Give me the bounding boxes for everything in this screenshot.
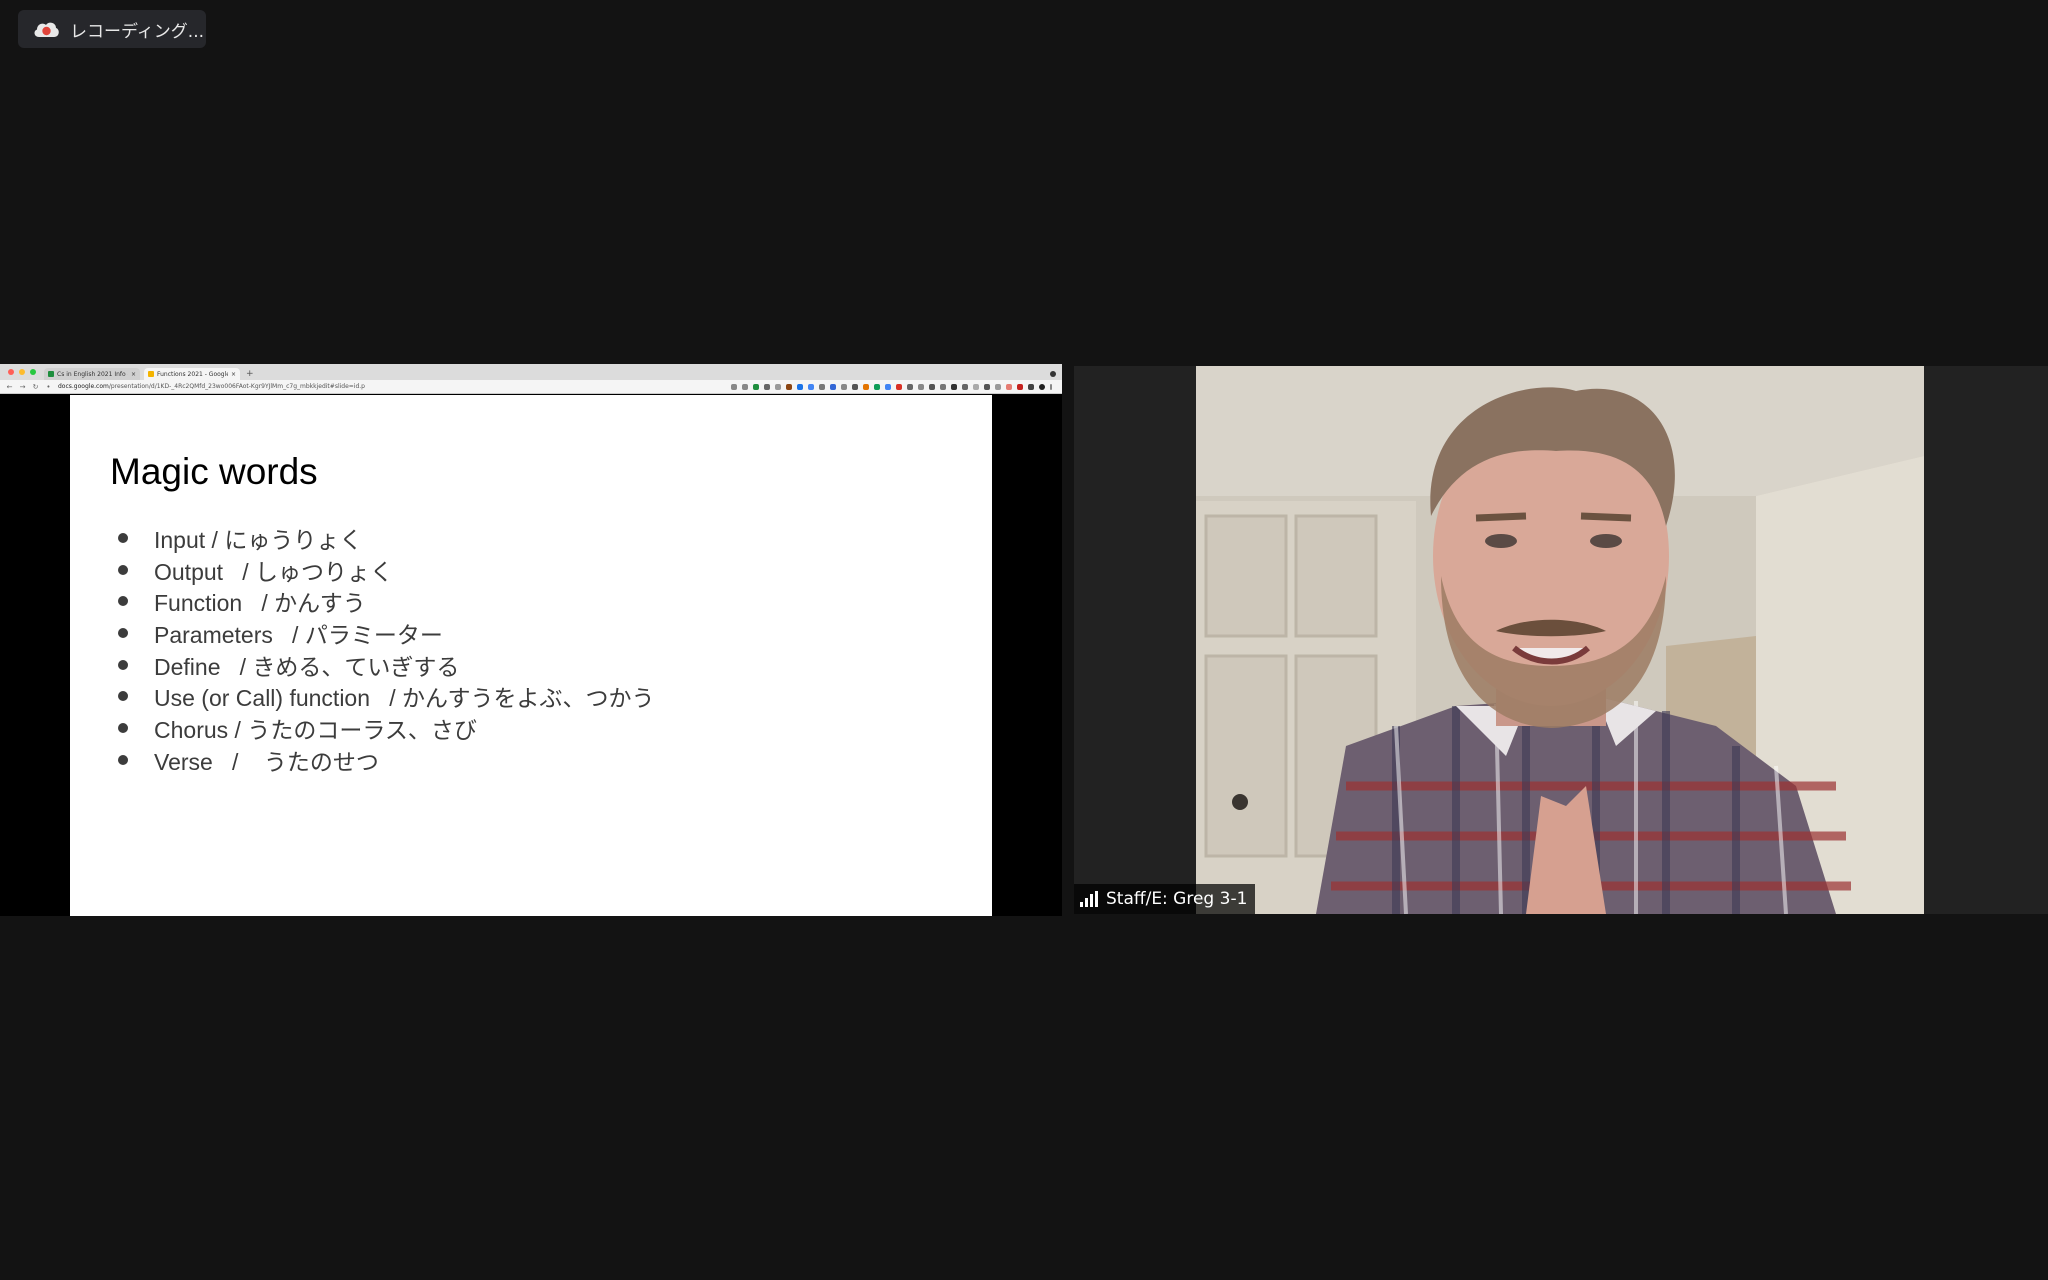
bullet-icon [118, 754, 128, 765]
participant-name-tag: Staff/E: Greg 3-1 [1074, 884, 1256, 914]
list-item: Function / かんすう [118, 585, 655, 617]
minimize-window-button[interactable] [19, 369, 25, 375]
list-item: Chorus / うたのコーラス、さび [118, 712, 655, 744]
extension-icon[interactable] [863, 383, 869, 390]
slide-title: Magic words [110, 451, 318, 492]
sheets-icon [48, 371, 54, 377]
bullet-icon [118, 596, 128, 607]
extension-icon[interactable] [1028, 383, 1034, 390]
extension-icon[interactable] [896, 383, 902, 390]
list-item: Input / にゅうりょく [118, 522, 655, 554]
extension-icon[interactable] [1006, 383, 1012, 390]
address-bar[interactable]: docs.google.com/presentation/d/1KD-_4Rc2… [58, 383, 725, 390]
forward-arrow-icon[interactable]: → [19, 383, 26, 391]
webcam-image [1196, 366, 1924, 914]
close-tab-icon[interactable]: × [131, 371, 136, 378]
bullet-icon [118, 691, 128, 702]
extension-icon[interactable] [995, 383, 1001, 390]
extension-icon[interactable] [819, 383, 825, 390]
browser-tab-bar: Cs in English 2021 Info - Goo... × Funct… [0, 364, 1062, 380]
menu-dots-icon[interactable] [1050, 383, 1052, 390]
slide-viewport: Magic words Input / にゅうりょく Output / しゅつり… [0, 395, 1062, 916]
extension-icon[interactable] [1017, 383, 1023, 390]
extension-icon[interactable] [962, 383, 968, 390]
list-item: Define / きめる、ていぎする [118, 649, 655, 681]
back-arrow-icon[interactable]: ← [6, 383, 13, 391]
participant-video-tile[interactable]: Staff/E: Greg 3-1 [1074, 366, 2048, 914]
extension-icon[interactable] [885, 383, 891, 390]
extension-icon[interactable] [984, 383, 990, 390]
recording-indicator[interactable]: レコーディング... [18, 10, 206, 48]
extension-icon[interactable] [786, 383, 792, 390]
browser-tab-2[interactable]: Functions 2021 - Google Slid... × [144, 368, 240, 380]
signal-strength-icon [1080, 891, 1098, 907]
close-tab-icon[interactable]: × [231, 371, 236, 378]
recording-label: レコーディング... [70, 21, 205, 42]
browser-toolbar: ← → ↻ • docs.google.com/presentation/d/1… [0, 380, 1062, 394]
participant-name: Staff/E: Greg 3-1 [1106, 889, 1248, 909]
list-item: Output / しゅつりょく [118, 554, 655, 586]
extension-icon[interactable] [918, 383, 924, 390]
extension-icon[interactable] [929, 383, 935, 390]
extension-icon[interactable] [764, 383, 770, 390]
slides-icon [148, 371, 154, 377]
bullet-icon [118, 564, 128, 575]
extension-icon[interactable] [973, 383, 979, 390]
list-item: Use (or Call) function / かんすうをよぶ、つかう [118, 680, 655, 712]
extension-icon[interactable] [775, 383, 781, 390]
extension-icon[interactable] [797, 383, 803, 390]
bullet-icon [118, 532, 128, 543]
profile-avatar-icon[interactable] [1039, 383, 1045, 390]
webcam-feed [1196, 366, 1924, 914]
extension-icon[interactable] [940, 383, 946, 390]
list-item: Verse / うたのせつ [118, 744, 655, 776]
extension-icon[interactable] [852, 383, 858, 390]
bookmark-star-icon[interactable] [742, 383, 748, 390]
browser-tab-1[interactable]: Cs in English 2021 Info - Goo... × [44, 368, 140, 380]
extensions-bar [731, 383, 1052, 390]
lock-icon: • [46, 382, 51, 391]
bullet-icon [118, 722, 128, 733]
bullet-icon [118, 659, 128, 670]
new-tab-button[interactable]: + [244, 369, 258, 380]
bullet-icon [118, 627, 128, 638]
extension-icon[interactable] [874, 383, 880, 390]
list-item: Parameters / パラミーター [118, 617, 655, 649]
zoom-icon[interactable] [731, 383, 737, 390]
presentation-slide: Magic words Input / にゅうりょく Output / しゅつり… [70, 395, 992, 916]
extension-icon[interactable] [907, 383, 913, 390]
close-window-button[interactable] [8, 369, 14, 375]
cloud-recording-icon [32, 19, 60, 39]
extension-icon[interactable] [830, 383, 836, 390]
reload-icon[interactable]: ↻ [32, 383, 39, 391]
window-controls [0, 369, 44, 380]
shared-screen: Cs in English 2021 Info - Goo... × Funct… [0, 364, 1062, 916]
extension-icon[interactable] [808, 383, 814, 390]
extension-icon[interactable] [753, 383, 759, 390]
zoom-window-button[interactable] [30, 369, 36, 375]
bullet-list: Input / にゅうりょく Output / しゅつりょく Function … [118, 522, 655, 776]
profile-icon[interactable] [1050, 371, 1056, 377]
extension-icon[interactable] [841, 383, 847, 390]
extension-icon[interactable] [951, 383, 957, 390]
